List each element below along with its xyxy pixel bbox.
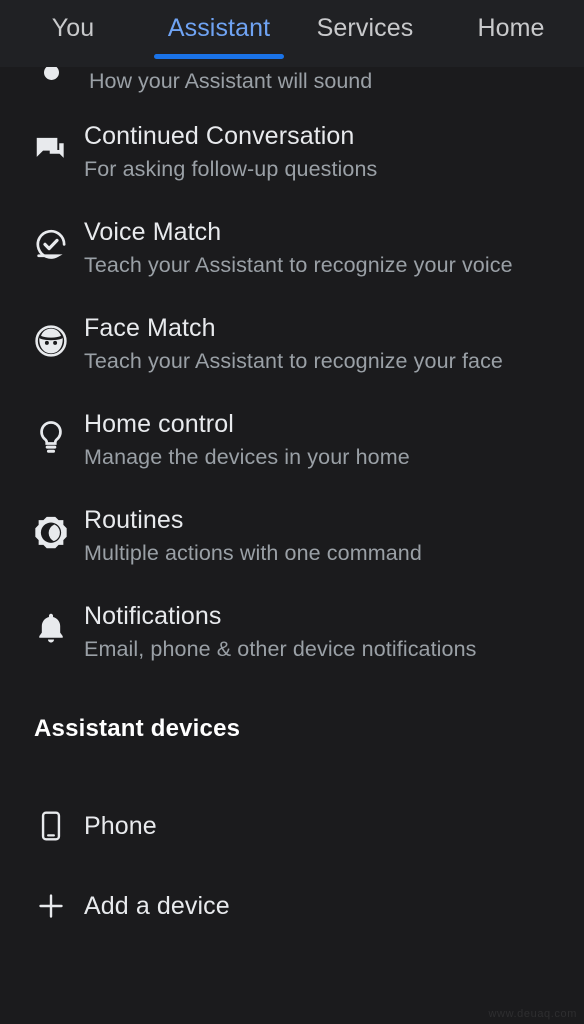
tab-home-label: Home: [477, 14, 545, 42]
bell-icon: [29, 607, 73, 651]
list-item-texts: Routines Multiple actions with one comma…: [84, 493, 422, 569]
list-item-title: Voice Match: [84, 218, 222, 246]
list-item-title: Home control: [84, 410, 234, 438]
list-item-face-match[interactable]: Face Match Teach your Assistant to recog…: [0, 301, 584, 397]
device-title: Phone: [84, 811, 157, 840]
list-item-home-control[interactable]: Home control Manage the devices in your …: [0, 397, 584, 493]
list-item-routines[interactable]: Routines Multiple actions with one comma…: [0, 493, 584, 589]
assistant-settings-screen: You Assistant Services Home How your Ass…: [0, 0, 584, 1024]
list-item-subtitle: Teach your Assistant to recognize your f…: [84, 349, 503, 373]
list-item-title: Continued Conversation: [84, 122, 355, 150]
tab-assistant-label: Assistant: [167, 14, 271, 42]
tab-assistant-indicator: [154, 54, 284, 59]
list-item-title: Face Match: [84, 314, 216, 342]
list-item-texts: Notifications Email, phone & other devic…: [84, 589, 477, 665]
circle-dot-icon: [34, 67, 70, 80]
list-item-texts: Face Match Teach your Assistant to recog…: [84, 301, 503, 377]
list-item-texts: Continued Conversation For asking follow…: [84, 109, 377, 185]
list-item-continued-conversation[interactable]: Continued Conversation For asking follow…: [0, 109, 584, 205]
list-item-title: Routines: [84, 506, 184, 534]
tab-home[interactable]: Home: [438, 0, 584, 67]
list-item-add-a-device[interactable]: Add a device: [0, 867, 584, 945]
list-item-phone[interactable]: Phone: [0, 787, 584, 865]
tab-services[interactable]: Services: [292, 0, 438, 67]
routines-sun-moon-icon: [29, 511, 73, 555]
smartphone-icon: [29, 804, 73, 848]
tab-you-label: You: [51, 14, 95, 42]
list-item-texts: Home control Manage the devices in your …: [84, 397, 410, 473]
list-item-notifications[interactable]: Notifications Email, phone & other devic…: [0, 589, 584, 685]
list-item-assistant-voice-partial[interactable]: How your Assistant will sound: [0, 67, 584, 109]
forum-icon: [29, 127, 73, 171]
tab-you[interactable]: You: [0, 0, 146, 67]
tab-services-label: Services: [316, 14, 414, 42]
list-item-voice-match[interactable]: Voice Match Teach your Assistant to reco…: [0, 205, 584, 301]
list-item-subtitle: Multiple actions with one command: [84, 541, 422, 565]
face-icon: [29, 319, 73, 363]
tab-assistant[interactable]: Assistant: [146, 0, 292, 67]
section-header-assistant-devices: Assistant devices: [34, 715, 241, 742]
list-item-subtitle: Manage the devices in your home: [84, 445, 410, 469]
top-tab-bar: You Assistant Services Home: [0, 0, 584, 67]
voice-check-icon: [29, 223, 73, 267]
list-item-subtitle: For asking follow-up questions: [84, 157, 378, 181]
list-item-title: Notifications: [84, 602, 222, 630]
watermark: www.deuaq.com: [488, 1008, 577, 1020]
plus-icon: [29, 884, 73, 928]
lightbulb-icon: [29, 415, 73, 459]
list-item-subtitle: Teach your Assistant to recognize your v…: [84, 253, 513, 277]
settings-scroll-container[interactable]: How your Assistant will sound Continued …: [0, 67, 584, 1024]
device-title: Add a device: [84, 891, 230, 920]
list-item-subtitle: How your Assistant will sound: [89, 69, 373, 93]
list-item-texts: Voice Match Teach your Assistant to reco…: [84, 205, 513, 281]
list-item-subtitle: Email, phone & other device notification…: [84, 637, 477, 661]
